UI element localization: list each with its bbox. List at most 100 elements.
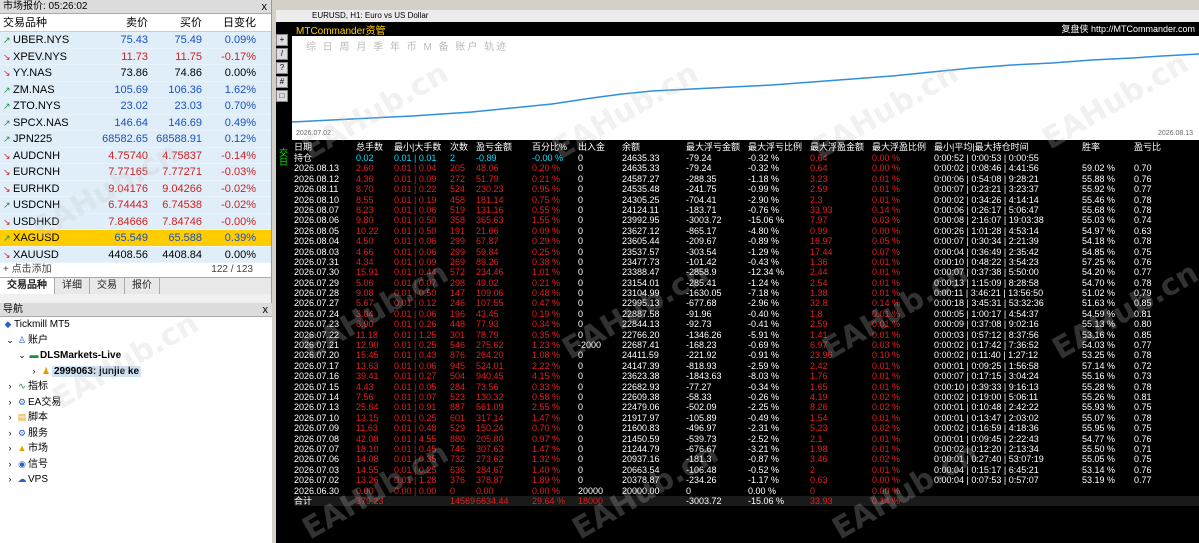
quote-symbol: ↗ ZM.NAS <box>0 82 95 98</box>
stats-cell: 2026.07.15 <box>294 381 340 392</box>
col-bid[interactable]: 卖价 <box>95 14 151 31</box>
stats-cell: 21917.97 <box>622 412 660 423</box>
stats-cell: 4.66 <box>356 246 374 257</box>
quote-row[interactable]: ↗ JPN225 68582.65 68588.91 0.12% <box>0 131 271 148</box>
stats-row: 2026.07.27 5.67 0.01 | 0.12 246 107.55 0.47 %… <box>294 298 1199 308</box>
quote-row[interactable]: ↗ ZTO.NYS 23.02 23.03 0.70% <box>0 98 271 115</box>
quote-change: 0.49% <box>224 116 256 129</box>
stats-cell: 2.42 <box>810 360 828 371</box>
stats-cell: 55.93 % <box>1082 402 1116 413</box>
quote-row[interactable]: ↗ UBER.NYS 75.43 75.49 0.09% <box>0 32 271 49</box>
nav-experts[interactable]: › ⚙ EA交易 <box>0 395 272 411</box>
stats-cell: 1.76 <box>810 371 828 382</box>
add-symbol-link[interactable]: + 点击添加 <box>3 264 52 275</box>
stats-cell: -1630.05 <box>686 288 722 299</box>
nav-accounts[interactable]: ⌄ ♙ 账户 <box>0 333 272 349</box>
stats-cell: 0.01 | 1.25 <box>394 329 437 340</box>
chevron-right-icon[interactable]: › <box>4 457 16 473</box>
chevron-right-icon[interactable]: › <box>4 472 16 488</box>
nav-root[interactable]: ◆ Tickmill MT5 <box>0 317 272 333</box>
quote-row[interactable]: ↗ USDCNH 6.74443 6.74538 -0.02% <box>0 197 271 214</box>
quote-ask: 65.588 <box>168 232 202 244</box>
crosshair-icon[interactable]: + <box>276 34 288 46</box>
stats-cell: 524.01 <box>476 360 504 371</box>
stats-cell: 130.32 <box>476 391 504 402</box>
stats-cell: 最大浮盈比例 <box>872 142 927 152</box>
stats-cell: 0 <box>578 464 584 475</box>
nav-indicators[interactable]: › ∿ 指标 <box>0 379 272 395</box>
window-icon[interactable]: □ <box>276 90 288 102</box>
chevron-right-icon[interactable]: › <box>4 395 16 411</box>
quote-row[interactable]: ↘ EURHKD 9.04176 9.04266 -0.02% <box>0 180 271 197</box>
stats-cell: 0.63 <box>1134 225 1152 236</box>
stats-cell: 9.08 <box>356 288 374 299</box>
period-tabs[interactable]: 综 日 周 月 季 年 币 M 备 账户 轨迹 <box>306 38 508 53</box>
stats-cell: 0.70 <box>1134 163 1152 174</box>
stats-cell: 43.45 <box>476 308 499 319</box>
tab-ticks[interactable]: 报价 <box>125 278 160 294</box>
tab-symbols[interactable]: 交易品种 <box>0 278 55 294</box>
col-ask[interactable]: 买价 <box>151 14 205 31</box>
chevron-right-icon[interactable]: › <box>4 379 16 395</box>
chevron-down-icon[interactable]: ⌄ <box>4 333 16 349</box>
stats-cell: 51.02 % <box>1082 288 1116 299</box>
stats-cell: 0 <box>578 225 584 236</box>
stats-cell: 14.08 <box>356 454 379 465</box>
stats-cell: 21244.79 <box>622 443 660 454</box>
quote-row[interactable]: ↘ AUDCNH 4.75740 4.75837 -0.14% <box>0 147 271 164</box>
stats-row: 2026.08.03 4.66 0.01 | 0.06 299 59.84 0.25 % 0… <box>294 247 1199 257</box>
quote-bid: 73.86 <box>120 67 148 79</box>
chevron-right-icon[interactable]: › <box>4 441 16 457</box>
nav-scripts[interactable]: › ▤ 脚本 <box>0 410 272 426</box>
chevron-down-icon[interactable]: ⌄ <box>16 348 28 364</box>
nav-server[interactable]: ⌄ ▬ DLSMarkets-Live <box>0 348 272 364</box>
help-icon[interactable]: ? <box>276 62 288 74</box>
close-icon[interactable]: x <box>263 303 269 317</box>
stats-cell: 0.01 | 0.09 <box>394 256 437 267</box>
stats-cell: 55.13 % <box>1082 319 1116 330</box>
quote-ask: 7.77271 <box>162 166 202 178</box>
stats-cell: 55.68 % <box>1082 204 1116 215</box>
col-symbol[interactable]: 交易品种 <box>0 14 95 31</box>
nav-services[interactable]: › ⚙ 服务 <box>0 426 272 442</box>
stats-cell <box>934 496 1082 506</box>
quote-row[interactable]: ↘ USDHKD 7.84666 7.84746 -0.00% <box>0 213 271 230</box>
chevron-right-icon[interactable]: › <box>4 426 16 442</box>
stats-cell: -4.80 % <box>748 225 780 236</box>
stats-row: 2026.07.13 25.64 0.01 | 0.91 887 561.09 2.55 … <box>294 402 1199 412</box>
stats-cell: 0.01 % <box>872 277 901 288</box>
brand-link[interactable]: 复盘侠 http://MTCommander.com <box>1061 22 1195 35</box>
stats-cell: 0 <box>578 329 584 340</box>
nav-account[interactable]: › ♟ 2999063: junjie ke <box>0 364 272 380</box>
nav-signals[interactable]: › ◉ 信号 <box>0 457 272 473</box>
nav-market[interactable]: › ▲ 市场 <box>0 441 272 457</box>
stats-cell: 0:00:10 | 0:39:33 | 9:16:13 <box>934 381 1039 392</box>
quote-row[interactable]: ↘ EURCNH 7.77165 7.77271 -0.03% <box>0 164 271 181</box>
trendline-icon[interactable]: / <box>276 48 288 60</box>
tab-trading[interactable]: 交易 <box>90 278 125 294</box>
col-change[interactable]: 日变化 <box>205 14 259 31</box>
chart-window: EURUSD, H1: Euro vs US Dollar + / ? # □ … <box>276 0 1199 543</box>
quote-row[interactable]: ↗ XAGUSD 65.549 65.588 0.39% <box>0 230 271 247</box>
grid-icon[interactable]: # <box>276 76 288 88</box>
quote-symbol: ↗ XAGUSD <box>0 230 95 246</box>
quote-row[interactable]: ↘ YY.NAS 73.86 74.86 0.00% <box>0 65 271 82</box>
chevron-right-icon[interactable]: › <box>28 364 40 380</box>
quote-row[interactable]: ↘ XPEV.NYS 11.73 11.75 -0.17% <box>0 48 271 65</box>
quote-row[interactable]: ↗ ZM.NAS 105.69 106.36 1.62% <box>0 81 271 98</box>
chart-title-bar: EURUSD, H1: Euro vs US Dollar <box>276 10 1199 22</box>
stats-cell: 0.10 % <box>872 350 901 361</box>
stats-cell: 0.01 % <box>872 267 901 278</box>
quote-row[interactable]: ↗ SPCX.NAS 146.64 146.69 0.49% <box>0 114 271 131</box>
stats-cell: 107.55 <box>476 298 504 309</box>
stats-cell: 0:00:08 | 2:16:07 | 19:03:38 <box>934 215 1044 226</box>
stats-cell: 55.88 % <box>1082 173 1116 184</box>
stats-cell: -0.00 % <box>532 153 564 163</box>
quote-row[interactable]: ↘ XAUUSD 4408.56 4408.84 0.00% <box>0 246 271 263</box>
close-icon[interactable]: x <box>262 0 268 14</box>
tab-details[interactable]: 详细 <box>55 278 90 294</box>
stats-cell: 2026.07.13 <box>294 402 340 413</box>
nav-vps[interactable]: › ☁ VPS <box>0 472 272 488</box>
stats-cell: 0.77 <box>1134 475 1152 486</box>
chevron-right-icon[interactable]: › <box>4 410 16 426</box>
